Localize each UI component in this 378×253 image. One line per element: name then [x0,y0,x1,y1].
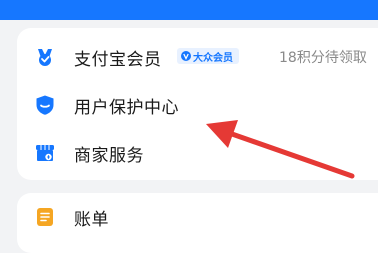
user-protection-label: 用户保护中心 [74,97,179,118]
member-v-icon [38,49,52,66]
member-row[interactable]: 支付宝会员 大众会员 18积分待领取 [17,33,378,81]
merchant-services-row[interactable]: 商家服务 [17,129,378,177]
bills-row[interactable]: 账单 [17,193,378,241]
member-level-text: 大众会员 [193,52,233,64]
bill-icon [37,208,53,226]
member-label: 支付宝会员 [74,49,162,70]
points-pending-text[interactable]: 18积分待领取 [279,47,367,67]
top-header-bar [0,0,378,20]
bills-label: 账单 [74,209,109,230]
member-level-badge: 大众会员 [177,48,239,64]
shield-icon [36,95,54,115]
badge-v-icon [181,51,191,61]
merchant-services-label: 商家服务 [74,145,144,166]
store-icon [36,145,54,161]
user-protection-row[interactable]: 用户保护中心 [17,81,378,129]
services-card: 支付宝会员 大众会员 18积分待领取 用户保护中心 商家服务 [17,28,378,180]
bills-card: 账单 [17,193,378,253]
